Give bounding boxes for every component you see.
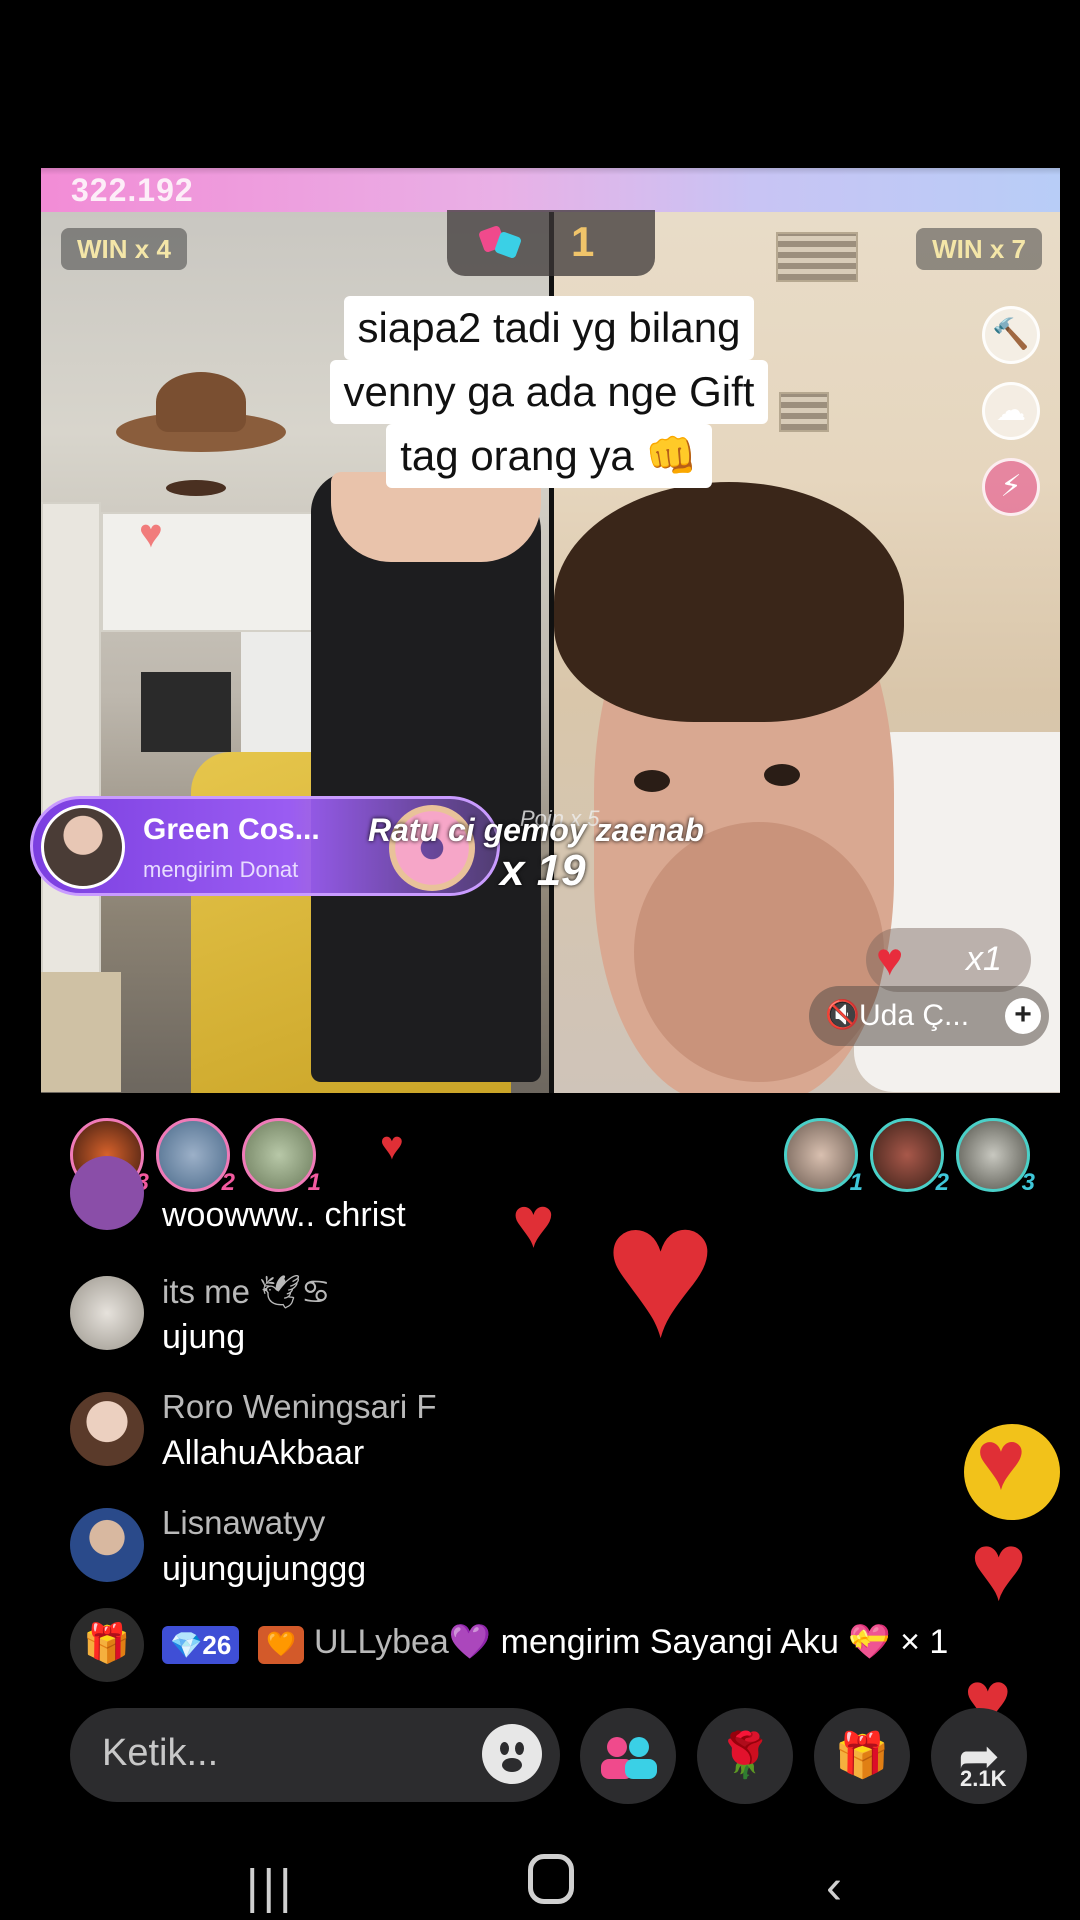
avatar: [70, 1276, 144, 1350]
caption-line: tag orang ya 👊: [386, 424, 712, 488]
top-supporter-avatar[interactable]: 1: [242, 1118, 321, 1196]
caption-line: venny ga ada nge Gift: [329, 360, 769, 424]
heart-icon: ♥: [976, 1413, 1026, 1507]
supporter-rank: 1: [307, 1169, 321, 1196]
shopping-bag: [41, 972, 121, 1092]
emoji-mouth: [502, 1758, 522, 1772]
cloud-icon[interactable]: ☁: [982, 382, 1040, 440]
chat-text: ujungujunggg: [162, 1550, 367, 1588]
like-button[interactable]: ♥: [964, 1418, 1060, 1520]
eye: [764, 764, 800, 786]
gift-action-text: mengirim Donat: [143, 857, 299, 882]
supporter-rank: 2: [935, 1169, 949, 1196]
present-icon[interactable]: 🎁: [814, 1708, 910, 1804]
rose-icon[interactable]: 🌹: [697, 1708, 793, 1804]
gift-notification-line: 🎁 💎26 🧡 ULLybea💜 mengirim Sayangi Aku 💝 …: [70, 1608, 1060, 1682]
top-supporter-avatar[interactable]: 2: [156, 1118, 235, 1196]
back-icon[interactable]: ‹: [826, 1860, 842, 1915]
gift-sender-name: Green Cos...: [143, 813, 320, 846]
round-number: 1: [571, 218, 595, 265]
eye: [634, 770, 670, 792]
top-supporter-avatar[interactable]: 3: [956, 1118, 1035, 1196]
mustache-icon: [166, 480, 226, 496]
heart-icon: ♥: [512, 1183, 555, 1263]
heart-icon: ♥: [604, 1165, 717, 1377]
avatar: [41, 805, 125, 889]
gift-line-user: ULLybea💜: [314, 1623, 492, 1661]
score-value: 322.192: [71, 172, 194, 208]
system-navigation-bar: ||| ‹: [0, 1854, 1080, 1920]
supporter-rank: 2: [221, 1169, 235, 1196]
smile-icon[interactable]: [482, 1724, 542, 1784]
mute-icon[interactable]: 🔇: [825, 998, 860, 1031]
share-count: 2.1K: [960, 1766, 1007, 1791]
chat-username: Roro Weningsari F: [162, 1388, 437, 1425]
caption-line: siapa2 tadi yg bilang: [343, 296, 755, 360]
win-streak-right: WIN x 7: [916, 228, 1042, 270]
level-badge: 💎26: [162, 1626, 240, 1664]
air-vent: [776, 232, 858, 282]
guests-icon[interactable]: [580, 1708, 676, 1804]
opponent-name: Uda Ç...: [859, 999, 970, 1032]
heart-icon: ♥: [380, 1124, 404, 1168]
heart-count: x1: [966, 940, 1002, 978]
avatar: [70, 1156, 144, 1230]
fan-badge-icon: 🧡: [258, 1626, 304, 1664]
gift-line-text: ULLybea💜 mengirim Sayangi Aku 💝 × 1: [314, 1622, 948, 1662]
kitchen-cabinet: [41, 502, 101, 1002]
chat-username: its me 🕊♋: [162, 1273, 331, 1310]
gift-icon[interactable]: 🎁: [70, 1608, 144, 1682]
comment-placeholder: Ketik...: [102, 1732, 219, 1774]
hammer-icon[interactable]: 🔨: [982, 306, 1040, 364]
kitchen-cabinet: [101, 512, 341, 632]
emoji-eye: [500, 1742, 509, 1755]
avatar: [70, 1392, 144, 1466]
gift-line-message: mengirim Sayangi Aku 💝 × 1: [491, 1623, 949, 1661]
home-icon[interactable]: [528, 1854, 574, 1904]
top-supporter-avatar[interactable]: 2: [870, 1118, 949, 1196]
chat-text: ujung: [162, 1318, 246, 1356]
top-supporter-avatar[interactable]: 1: [784, 1118, 863, 1196]
top-fade: [0, 125, 1080, 175]
chat-text: AllahuAkbaar: [162, 1434, 365, 1472]
gift-overlay-name: Ratu ci gemoy zaenab: [368, 812, 705, 848]
comment-input[interactable]: Ketik...: [70, 1708, 560, 1802]
chat-text: woowww.. christ: [162, 1196, 406, 1234]
opponent-host-pill[interactable]: 🔇 Uda Ç... +: [809, 986, 1049, 1046]
battle-round-indicator: 1: [447, 210, 655, 276]
heart-icon: ♥: [876, 933, 904, 985]
video-caption: siapa2 tadi yg bilang venny ga ada nge G…: [279, 296, 819, 488]
avatar: [70, 1508, 144, 1582]
supporter-rank: 3: [1021, 1169, 1035, 1196]
chat-username: Lisnawatyy: [162, 1504, 326, 1541]
live-battle-area: 322.192 ♥ ♥ WIN x 4 WIN x 7 1: [41, 168, 1060, 1093]
follow-plus-icon[interactable]: +: [1005, 998, 1041, 1034]
heart-icon: ♥: [139, 512, 163, 556]
recent-apps-icon[interactable]: |||: [246, 1860, 295, 1915]
person-body: [311, 472, 541, 1082]
heart-counter[interactable]: ♥ x1: [866, 928, 1031, 992]
oven: [141, 672, 231, 752]
cowboy-hat-icon: [156, 372, 246, 432]
boost-icon[interactable]: ⚡: [982, 458, 1040, 516]
emoji-eye: [515, 1742, 524, 1755]
supporter-rank: 1: [849, 1169, 863, 1196]
win-streak-left: WIN x 4: [61, 228, 187, 270]
gift-overlay-count: x 19: [500, 846, 586, 895]
heart-icon: ♥: [970, 1514, 1027, 1621]
battle-icon: [479, 226, 521, 258]
man-hair: [554, 482, 904, 722]
